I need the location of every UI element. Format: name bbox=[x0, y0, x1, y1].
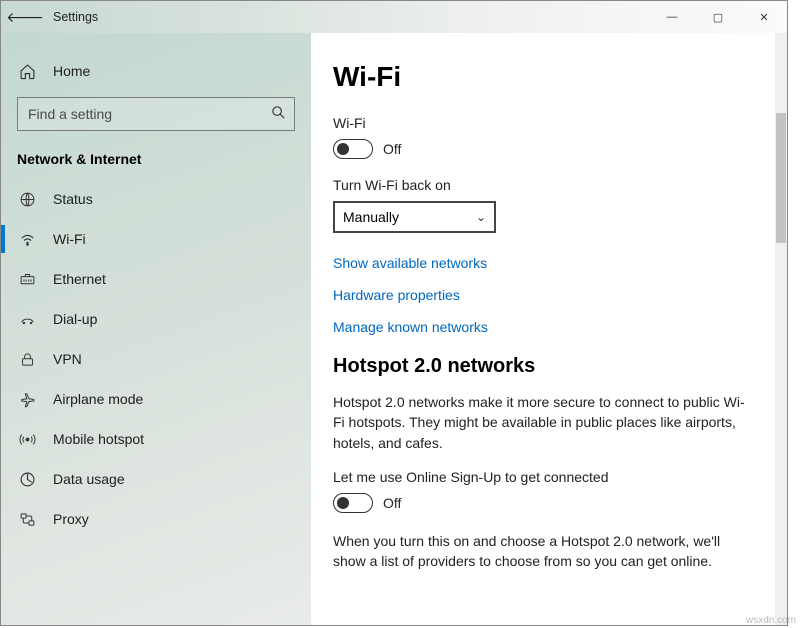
turn-back-label: Turn Wi-Fi back on bbox=[333, 177, 765, 193]
sidebar-item-label: Status bbox=[53, 191, 93, 207]
sidebar-item-label: Wi-Fi bbox=[53, 231, 86, 247]
titlebar: 🡐 Settings — ▢ ✕ bbox=[1, 1, 787, 33]
main-pane: Wi-Fi Wi-Fi Off Turn Wi-Fi back on Manua… bbox=[311, 33, 787, 625]
globe-icon bbox=[17, 191, 37, 208]
sidebar-category: Network & Internet bbox=[1, 145, 311, 179]
nav-home-label: Home bbox=[53, 63, 90, 79]
proxy-icon bbox=[17, 511, 37, 528]
vpn-icon bbox=[17, 351, 37, 368]
sidebar-item-wifi[interactable]: Wi-Fi bbox=[1, 219, 311, 259]
sidebar-item-airplane[interactable]: Airplane mode bbox=[1, 379, 311, 419]
sidebar-item-proxy[interactable]: Proxy bbox=[1, 499, 311, 539]
data-usage-icon bbox=[17, 471, 37, 488]
sidebar-item-vpn[interactable]: VPN bbox=[1, 339, 311, 379]
signup-description: When you turn this on and choose a Hotsp… bbox=[333, 531, 753, 572]
nav-home[interactable]: Home bbox=[1, 51, 311, 91]
minimize-icon: — bbox=[667, 11, 678, 23]
sidebar-item-label: Mobile hotspot bbox=[53, 431, 144, 447]
wifi-icon bbox=[17, 231, 37, 248]
signup-toggle[interactable]: Off bbox=[333, 493, 765, 513]
airplane-icon bbox=[17, 391, 37, 408]
sidebar: Home Network & Internet Status Wi-Fi bbox=[1, 33, 311, 625]
sidebar-item-label: Dial-up bbox=[53, 311, 97, 327]
chevron-down-icon: ⌄ bbox=[476, 210, 486, 224]
link-known-networks[interactable]: Manage known networks bbox=[333, 319, 765, 335]
link-hardware-properties[interactable]: Hardware properties bbox=[333, 287, 765, 303]
link-available-networks[interactable]: Show available networks bbox=[333, 255, 765, 271]
hotspot-icon bbox=[17, 431, 37, 448]
dropdown-value: Manually bbox=[343, 209, 399, 225]
sidebar-item-label: Proxy bbox=[53, 511, 89, 527]
ethernet-icon bbox=[17, 271, 37, 288]
back-button[interactable]: 🡐 bbox=[9, 1, 41, 33]
settings-window: 🡐 Settings — ▢ ✕ Home bbox=[0, 0, 788, 626]
minimize-button[interactable]: — bbox=[649, 1, 695, 33]
maximize-icon: ▢ bbox=[713, 11, 723, 24]
scrollbar-track[interactable] bbox=[775, 33, 787, 625]
signup-label: Let me use Online Sign-Up to get connect… bbox=[333, 469, 765, 485]
search-input[interactable] bbox=[17, 97, 295, 131]
close-button[interactable]: ✕ bbox=[741, 1, 787, 33]
close-icon: ✕ bbox=[759, 11, 768, 24]
sidebar-item-ethernet[interactable]: Ethernet bbox=[1, 259, 311, 299]
wifi-toggle[interactable]: Off bbox=[333, 139, 765, 159]
hotspot-heading: Hotspot 2.0 networks bbox=[333, 355, 765, 378]
sidebar-item-label: Data usage bbox=[53, 471, 125, 487]
sidebar-item-dialup[interactable]: Dial-up bbox=[1, 299, 311, 339]
sidebar-item-label: VPN bbox=[53, 351, 82, 367]
turn-back-dropdown[interactable]: Manually ⌄ bbox=[333, 201, 496, 233]
toggle-switch-icon bbox=[333, 139, 373, 159]
wifi-toggle-state: Off bbox=[383, 141, 401, 157]
page-title: Wi-Fi bbox=[333, 61, 765, 93]
toggle-switch-icon bbox=[333, 493, 373, 513]
home-icon bbox=[17, 63, 37, 80]
sidebar-item-hotspot[interactable]: Mobile hotspot bbox=[1, 419, 311, 459]
scrollbar-thumb[interactable] bbox=[776, 113, 786, 243]
signup-toggle-state: Off bbox=[383, 495, 401, 511]
arrow-left-icon: 🡐 bbox=[6, 9, 44, 26]
maximize-button[interactable]: ▢ bbox=[695, 1, 741, 33]
window-title: Settings bbox=[53, 10, 98, 24]
dialup-icon bbox=[17, 311, 37, 328]
content-area: Home Network & Internet Status Wi-Fi bbox=[1, 33, 787, 625]
hotspot-description: Hotspot 2.0 networks make it more secure… bbox=[333, 392, 753, 453]
watermark: wsxdn.com bbox=[746, 615, 796, 626]
sidebar-item-status[interactable]: Status bbox=[1, 179, 311, 219]
sidebar-item-datausage[interactable]: Data usage bbox=[1, 459, 311, 499]
wifi-toggle-label: Wi-Fi bbox=[333, 115, 765, 131]
sidebar-item-label: Airplane mode bbox=[53, 391, 143, 407]
search-wrap bbox=[17, 97, 295, 131]
sidebar-item-label: Ethernet bbox=[53, 271, 106, 287]
